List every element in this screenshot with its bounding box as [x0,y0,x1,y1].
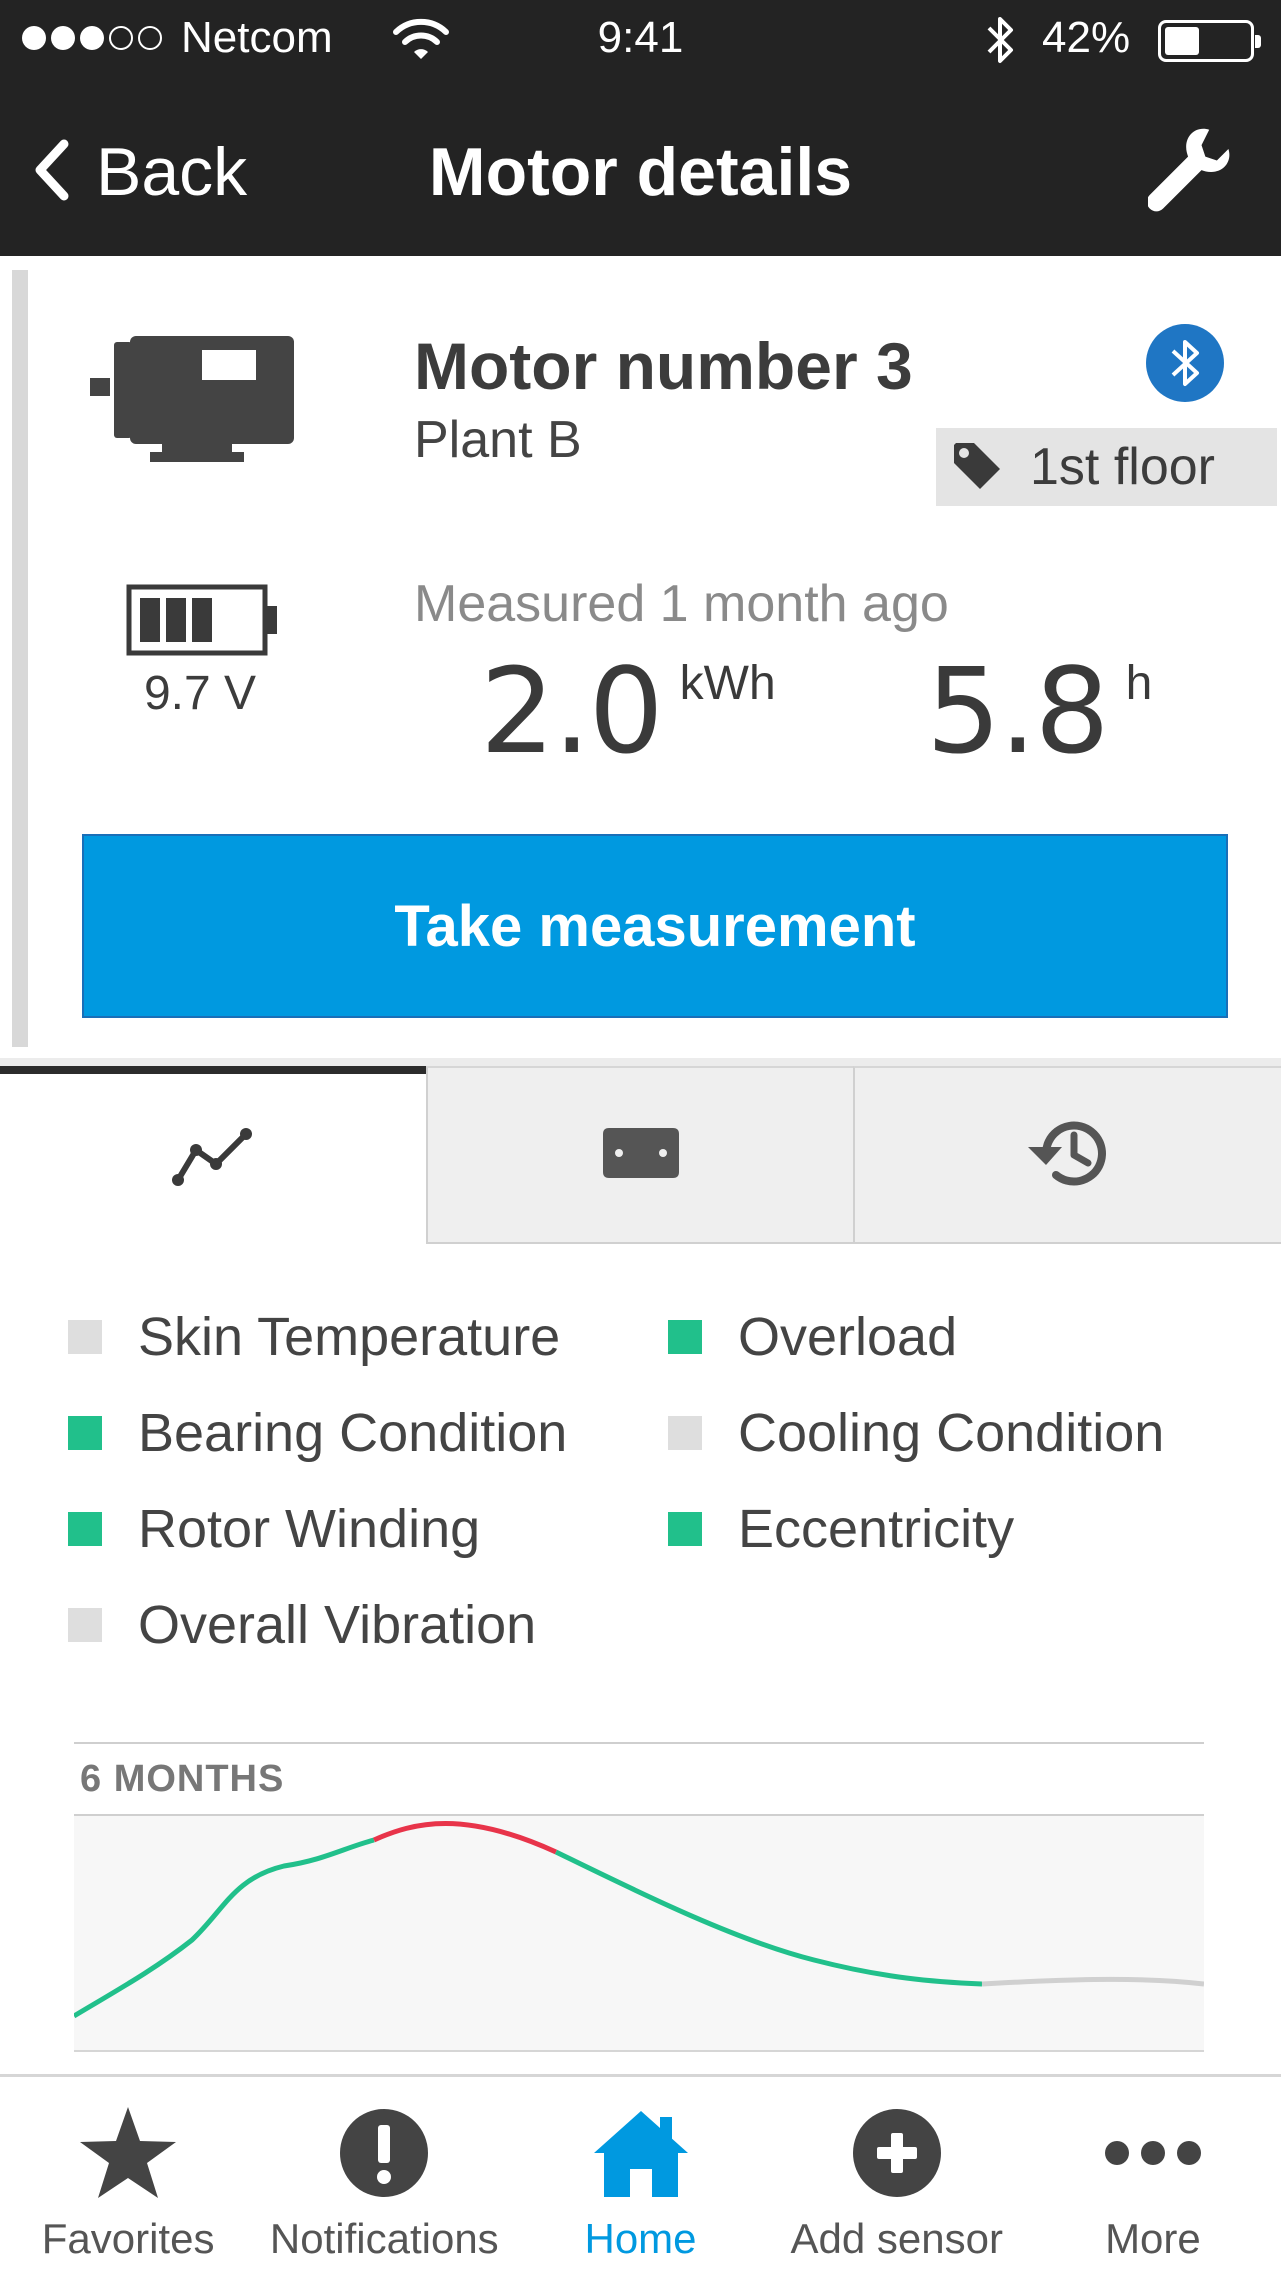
sensor-icon [599,1124,683,1187]
motor-card: Motor number 3 Plant B 1st floor 9.7 V M… [0,256,1281,1051]
card-accent-bar [12,270,28,1047]
star-icon [78,2103,178,2203]
legend-label: Overload [738,1307,958,1367]
tag-label: 1st floor [1030,438,1215,496]
battery-voltage: 9.7 V [143,667,257,720]
status-indicator [668,1512,702,1546]
measured-time: Measured 1 month ago [414,575,949,633]
status-indicator [668,1320,702,1354]
section-divider [0,1058,1281,1066]
legend-item: Bearing Condition [68,1403,668,1463]
tab-label: Home [584,2215,697,2262]
tab-label: Add sensor [790,2215,1003,2262]
legend-item: Rotor Winding [68,1499,668,1559]
tab-more[interactable]: More [1025,2077,1281,2272]
hours-value: 5.8 [926,642,1110,780]
tab-favorites[interactable]: Favorites [0,2077,256,2272]
page-title: Motor details [428,134,853,210]
tab-label: More [1105,2215,1201,2262]
motor-icon [90,326,300,469]
battery-status-icon [1158,20,1261,62]
detail-tabs [0,1066,1281,1244]
legend-label: Eccentricity [738,1499,1015,1559]
tag-icon [950,439,1002,496]
sensor-battery-icon [126,584,282,661]
motor-name: Motor number 3 [414,329,913,403]
battery-percent: 42% [1042,13,1131,62]
tab-trend[interactable] [0,1066,426,1244]
legend-item: Overall Vibration [68,1595,668,1655]
history-icon [1022,1111,1114,1200]
energy-metric: 2.0 kWh [480,646,776,776]
wrench-icon[interactable] [1146,126,1232,221]
trend-chart-icon [170,1124,256,1195]
tab-history[interactable] [853,1066,1281,1244]
legend-item: Skin Temperature [68,1307,668,1367]
hours-unit: h [1125,657,1153,710]
legend-label: Skin Temperature [138,1307,561,1367]
more-dots-icon [1103,2103,1203,2203]
condition-legend: Skin Temperature Overload Bearing Conditio… [68,1307,1228,1655]
bluetooth-status-icon [985,12,1015,73]
tab-sensor[interactable] [425,1066,854,1244]
exclamation-icon [338,2103,430,2203]
tab-home[interactable]: Home [512,2077,768,2272]
tab-notifications[interactable]: Notifications [256,2077,512,2272]
chart-top-divider [74,1742,1204,1744]
trend-line-inactive [981,1976,1204,1987]
tab-add-sensor[interactable]: Add sensor [769,2077,1025,2272]
navigation-bar: Back Motor details [0,86,1281,256]
status-indicator [68,1608,102,1642]
home-icon [590,2103,692,2203]
legend-label: Rotor Winding [138,1499,481,1559]
legend-item: Overload [668,1307,1228,1367]
status-indicator [668,1416,702,1450]
status-indicator [68,1320,102,1354]
trend-chart [74,1821,1204,2019]
legend-label: Cooling Condition [738,1403,1165,1463]
trend-line-alert [372,1821,558,1855]
take-measurement-button[interactable]: Take measurement [82,834,1228,1018]
location-tag[interactable]: 1st floor [936,428,1277,506]
status-indicator [68,1512,102,1546]
bottom-tab-bar: Favorites Notifications Home Add sensor … [0,2074,1281,2272]
motor-location: Plant B [414,411,582,469]
trend-line-ok [554,1849,983,1987]
energy-unit: kWh [679,657,776,710]
legend-item: Cooling Condition [668,1403,1228,1463]
battery-fill [1165,27,1199,55]
bluetooth-icon[interactable] [1146,324,1224,402]
legend-item: Eccentricity [668,1499,1228,1559]
legend-label: Bearing Condition [138,1403,568,1463]
legend-label: Overall Vibration [138,1595,537,1655]
energy-value: 2.0 [480,642,664,780]
tab-label: Notifications [269,2215,499,2262]
tab-label: Favorites [41,2215,215,2262]
status-indicator [68,1416,102,1450]
plus-circle-icon [851,2103,943,2203]
trend-line-ok [74,1837,375,2019]
hours-metric: 5.8 h [926,646,1152,776]
status-bar: Netcom 9:41 42% [0,0,1281,86]
